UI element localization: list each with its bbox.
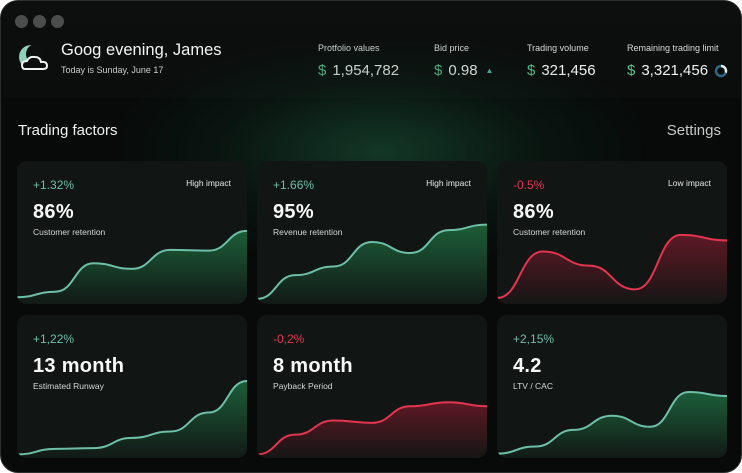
card-change: +1,22% bbox=[33, 332, 75, 346]
trend-area bbox=[17, 230, 247, 304]
factor-card[interactable]: +1.32% High impact 86% Customer retention bbox=[17, 161, 247, 304]
factor-card[interactable]: -0,2% 8 month Payback Period bbox=[257, 315, 487, 458]
card-value: 86% bbox=[513, 201, 554, 223]
stat-value: $ 321,456 bbox=[527, 62, 596, 79]
factor-card[interactable]: +1,22% 13 month Estimated Runway bbox=[17, 315, 247, 458]
impact-badge: High impact bbox=[426, 178, 471, 188]
stat-amount: 0.98 bbox=[448, 62, 478, 79]
card-change: -0,2% bbox=[273, 332, 305, 346]
app-window: Goog evening, James Today is Sunday, Jun… bbox=[0, 0, 742, 473]
card-value: 4.2 bbox=[513, 355, 542, 377]
stat-amount: 321,456 bbox=[541, 62, 596, 79]
card-label: Estimated Runway bbox=[33, 381, 104, 391]
stat-value: $ 0.98 ▲ bbox=[434, 62, 493, 79]
factor-card[interactable]: +1.66% High impact 95% Revenue retention bbox=[257, 161, 487, 304]
currency-symbol: $ bbox=[318, 62, 327, 79]
card-value: 8 month bbox=[273, 355, 353, 377]
stat-label: Protfolio values bbox=[318, 43, 380, 53]
card-change: +1.66% bbox=[273, 178, 315, 192]
limit-progress-ring-icon bbox=[714, 64, 728, 77]
card-label: Payback Period bbox=[273, 381, 333, 391]
card-label: LTV / CAC bbox=[513, 381, 553, 391]
currency-symbol: $ bbox=[527, 62, 536, 79]
trend-area bbox=[257, 402, 487, 458]
trend-area bbox=[497, 392, 727, 458]
card-label: Revenue retention bbox=[273, 227, 343, 237]
close-dot[interactable] bbox=[15, 15, 28, 28]
stat-remaining-limit: Remaining trading limit $ 3,321,456 bbox=[627, 43, 728, 79]
stat-label: Remaining trading limit bbox=[627, 43, 719, 53]
date-text: Today is Sunday, June 17 bbox=[61, 65, 164, 75]
section-title: Trading factors bbox=[18, 122, 118, 139]
impact-badge: High impact bbox=[186, 178, 231, 188]
greeting-text: Goog evening, James bbox=[61, 41, 222, 59]
settings-link[interactable]: Settings bbox=[667, 122, 721, 139]
stat-trading-volume: Trading volume $ 321,456 bbox=[527, 43, 596, 79]
card-change: +1.32% bbox=[33, 178, 75, 192]
maximize-dot[interactable] bbox=[51, 15, 64, 28]
factor-card[interactable]: -0.5% Low impact 86% Customer retention bbox=[497, 161, 727, 304]
trend-area bbox=[17, 380, 247, 458]
card-change: -0.5% bbox=[513, 178, 545, 192]
moon-cloud-logo-icon bbox=[19, 44, 49, 70]
stat-label: Bid price bbox=[434, 43, 470, 53]
impact-badge: Low impact bbox=[668, 178, 711, 188]
window-controls bbox=[15, 15, 64, 28]
stat-bid-price: Bid price $ 0.98 ▲ bbox=[434, 43, 493, 79]
trend-up-icon: ▲ bbox=[485, 66, 494, 75]
stat-value: $ 1,954,782 bbox=[318, 62, 399, 79]
stat-amount: 1,954,782 bbox=[332, 62, 400, 79]
card-value: 13 month bbox=[33, 355, 125, 377]
stat-label: Trading volume bbox=[527, 43, 589, 53]
stat-value: $ 3,321,456 bbox=[627, 62, 728, 79]
factor-card[interactable]: +2,15% 4.2 LTV / CAC bbox=[497, 315, 727, 458]
currency-symbol: $ bbox=[627, 62, 636, 79]
currency-symbol: $ bbox=[434, 62, 443, 79]
stat-portfolio-values: Protfolio values $ 1,954,782 bbox=[318, 43, 399, 79]
card-value: 95% bbox=[273, 201, 314, 223]
stat-amount: 3,321,456 bbox=[641, 62, 709, 79]
header-bar: Goog evening, James Today is Sunday, Jun… bbox=[1, 1, 741, 98]
card-label: Customer retention bbox=[513, 227, 586, 237]
card-change: +2,15% bbox=[513, 332, 555, 346]
trend-area bbox=[497, 234, 727, 304]
minimize-dot[interactable] bbox=[33, 15, 46, 28]
card-label: Customer retention bbox=[33, 227, 106, 237]
card-value: 86% bbox=[33, 201, 74, 223]
